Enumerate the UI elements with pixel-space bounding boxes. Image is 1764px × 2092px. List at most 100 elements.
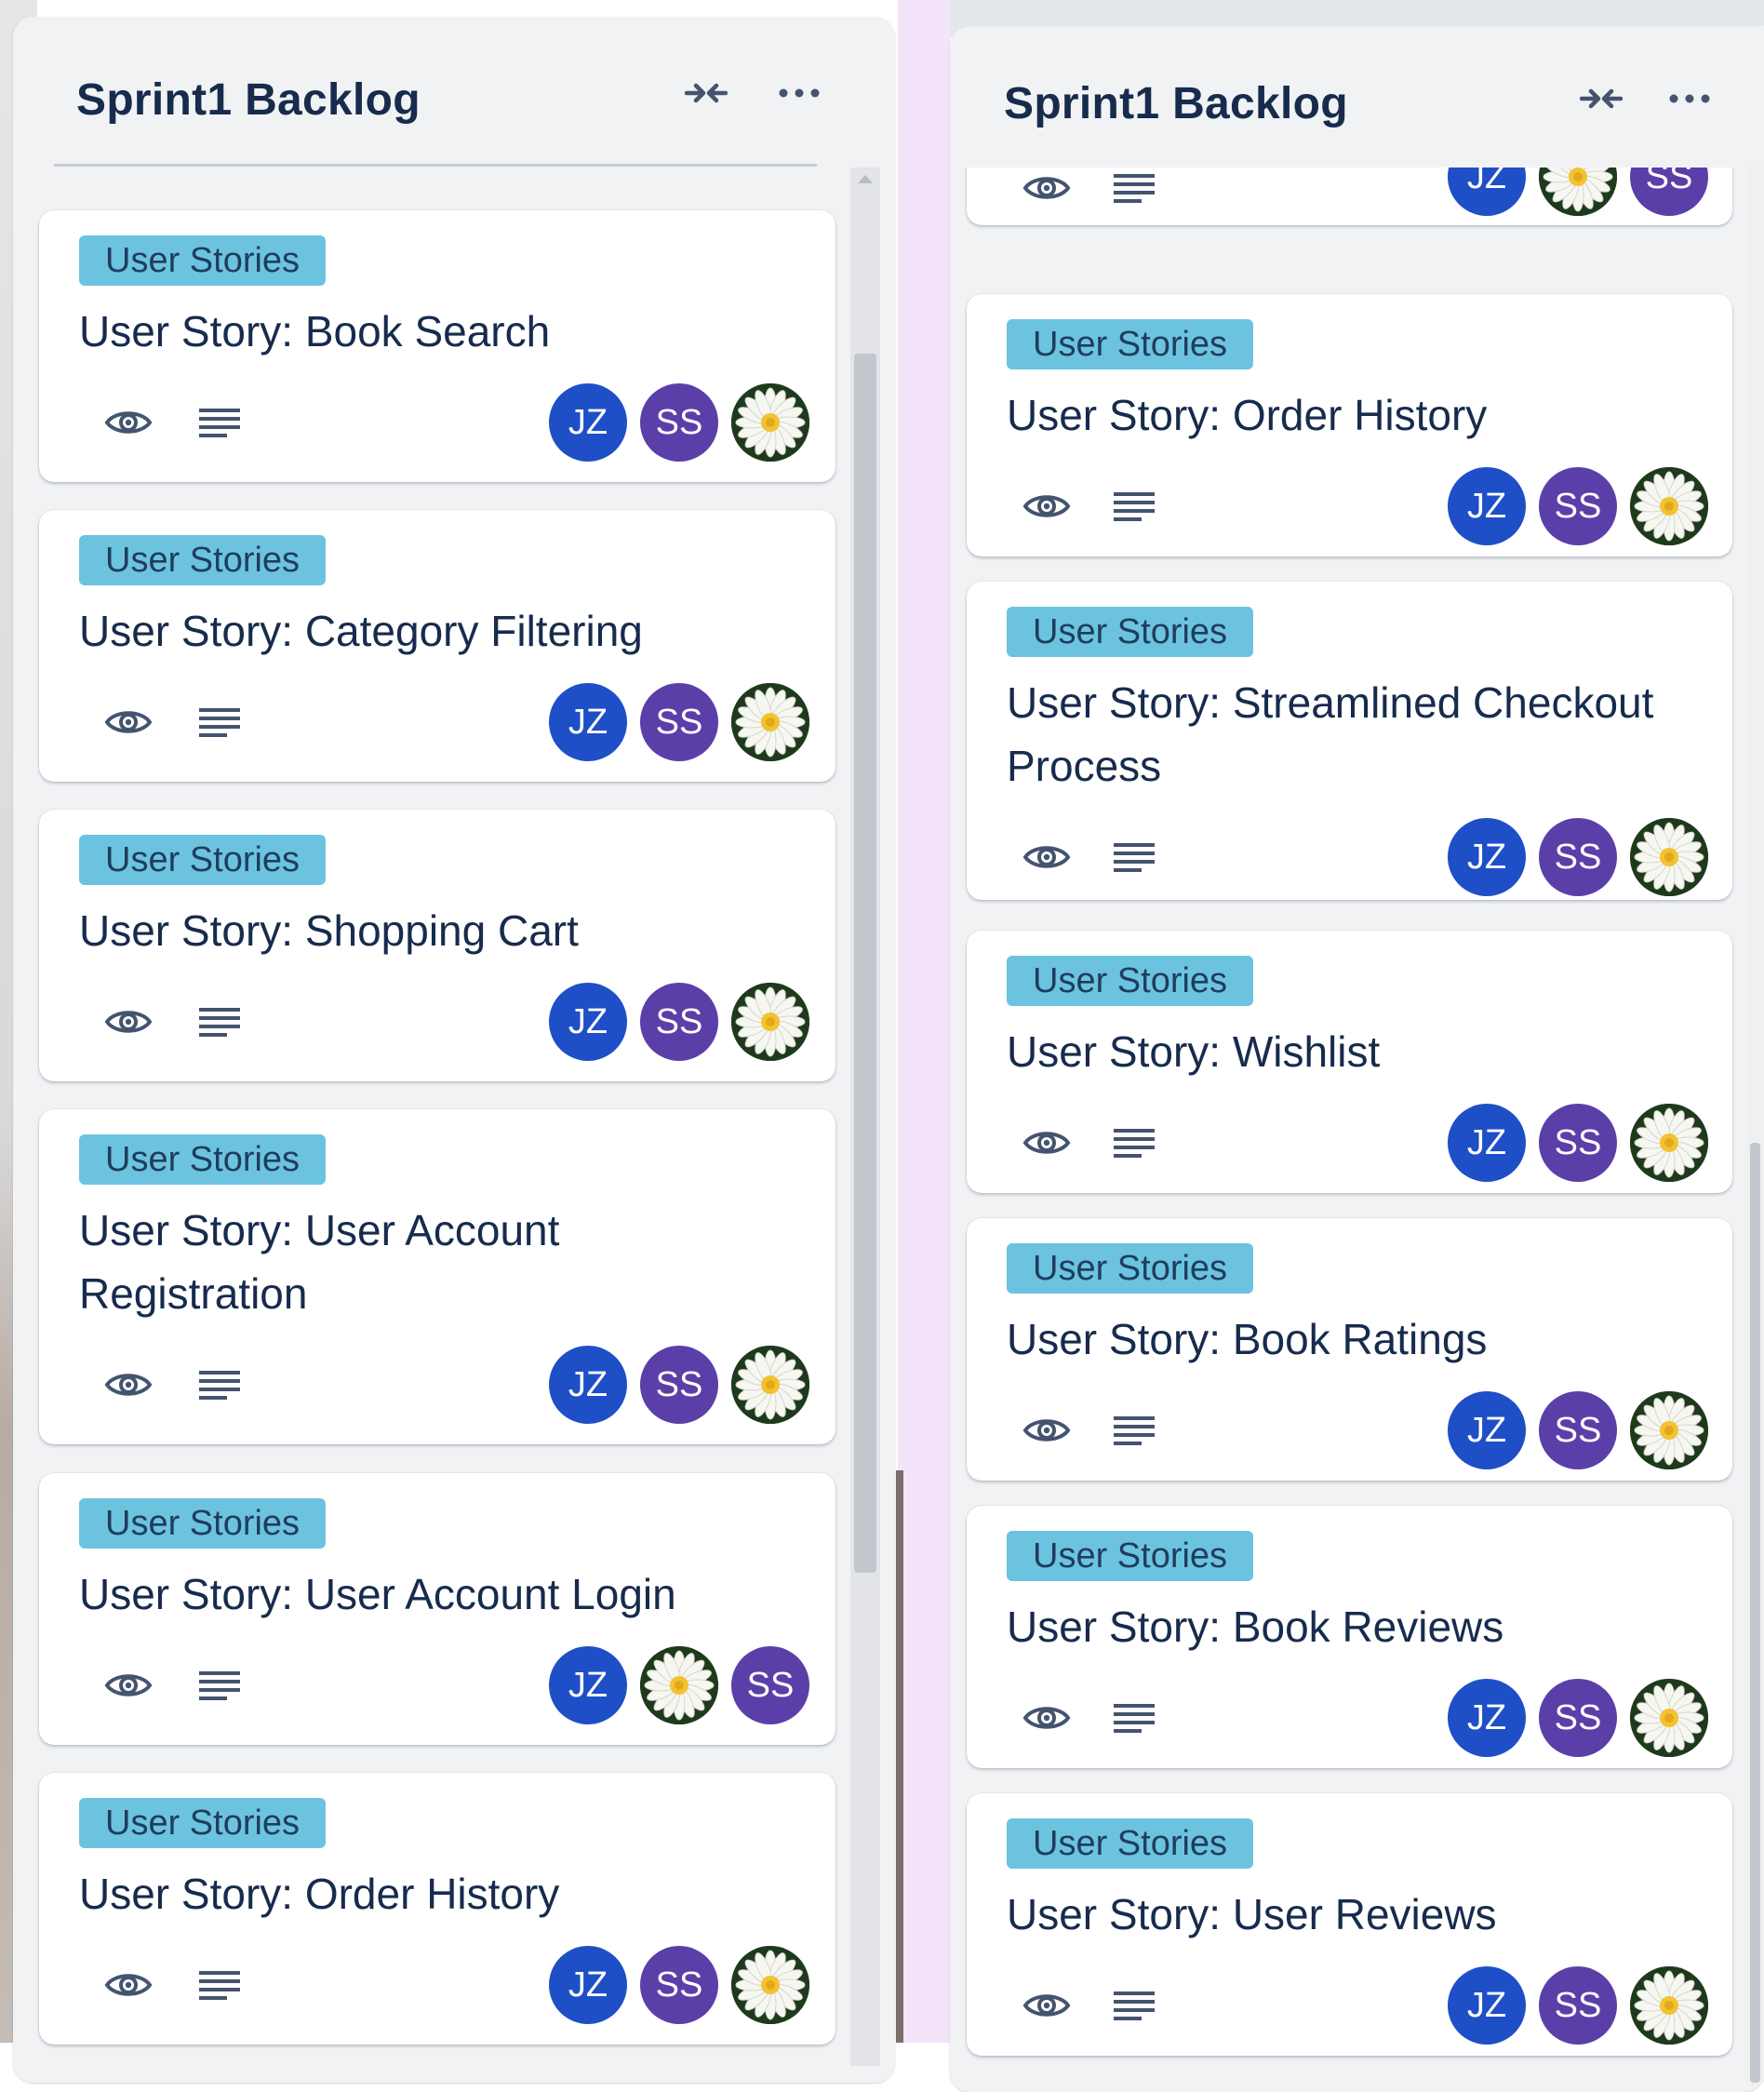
member-avatar-ss[interactable]: SS xyxy=(1539,1391,1617,1469)
list-menu-button[interactable] xyxy=(767,65,832,121)
member-avatar-ss[interactable]: SS xyxy=(1539,1966,1617,2045)
member-avatar-photo[interactable] xyxy=(1630,1679,1708,1757)
scrollbar-thumb[interactable] xyxy=(854,354,876,1573)
list-header: Sprint1 Backlog xyxy=(13,17,895,156)
member-avatar-jz[interactable]: JZ xyxy=(1448,818,1526,896)
member-avatar-jz[interactable]: JZ xyxy=(549,383,627,462)
card-members: JZ SS xyxy=(549,1946,809,2024)
list-sprint1-backlog: Sprint1 Backlog User Stories User Story: … xyxy=(13,17,895,2083)
member-avatar-ss[interactable]: SS xyxy=(640,983,718,1061)
member-avatar-jz[interactable]: JZ xyxy=(549,1646,627,1724)
card-partial[interactable]: JZ SS xyxy=(967,168,1732,225)
collapse-list-button[interactable] xyxy=(1569,71,1634,127)
member-avatar-jz[interactable]: JZ xyxy=(549,983,627,1061)
daisy-avatar-image xyxy=(640,1646,718,1724)
scrollbar[interactable] xyxy=(850,168,880,2066)
eye-icon xyxy=(1022,1994,1071,2017)
collapse-list-button[interactable] xyxy=(674,65,739,121)
member-avatar-jz[interactable]: JZ xyxy=(1448,467,1526,545)
member-avatar-ss[interactable]: SS xyxy=(640,1346,718,1424)
watching-badge xyxy=(1019,478,1075,534)
watching-badge xyxy=(100,1357,156,1413)
member-avatar-photo[interactable] xyxy=(1630,1966,1708,2045)
eye-icon xyxy=(1022,1419,1071,1442)
description-lines-icon xyxy=(199,1671,240,1700)
card[interactable]: User Stories User Story: User Account Log… xyxy=(39,1473,835,1745)
member-avatar-ss[interactable]: SS xyxy=(640,1946,718,2024)
member-avatar-ss[interactable]: SS xyxy=(1539,818,1617,896)
member-avatar-jz[interactable]: JZ xyxy=(1448,1679,1526,1757)
member-avatar-photo[interactable] xyxy=(731,383,809,462)
member-avatar-jz[interactable]: JZ xyxy=(1448,168,1526,216)
description-lines-icon xyxy=(199,409,240,437)
list-menu-button[interactable] xyxy=(1657,71,1722,127)
board-background-gap xyxy=(898,0,950,2043)
watching-badge xyxy=(100,994,156,1050)
member-avatar-ss[interactable]: SS xyxy=(1630,168,1708,216)
description-lines-icon xyxy=(199,1371,240,1400)
card-title: User Story: Order History xyxy=(79,1870,560,1918)
member-avatar-jz[interactable]: JZ xyxy=(549,1946,627,2024)
member-avatar-jz[interactable]: JZ xyxy=(549,683,627,761)
watching-badge xyxy=(1019,1978,1075,2033)
member-avatar-ss[interactable]: SS xyxy=(1539,1104,1617,1182)
member-avatar-ss[interactable]: SS xyxy=(1539,1679,1617,1757)
daisy-avatar-image xyxy=(731,1346,809,1424)
member-avatar-jz[interactable]: JZ xyxy=(1448,1104,1526,1182)
daisy-avatar-image xyxy=(1630,1679,1708,1757)
eye-icon xyxy=(104,1974,153,1996)
member-avatar-photo[interactable] xyxy=(1539,168,1617,216)
card-title: User Story: User Account Login xyxy=(79,1570,676,1618)
card[interactable]: User Stories User Story: User Account Reg… xyxy=(39,1109,835,1444)
member-avatar-jz[interactable]: JZ xyxy=(549,1346,627,1424)
member-avatar-photo[interactable] xyxy=(731,983,809,1061)
card-title: User Story: Order History xyxy=(1007,391,1488,439)
description-badge xyxy=(192,395,247,450)
member-avatar-photo[interactable] xyxy=(1630,818,1708,896)
card[interactable]: User Stories User Story: User Reviews JZ SS xyxy=(967,1793,1732,2056)
member-avatar-photo[interactable] xyxy=(731,1946,809,2024)
card[interactable]: User Stories User Story: Order History JZ S… xyxy=(967,294,1732,557)
card-label: User Stories xyxy=(79,235,327,286)
daisy-avatar-image xyxy=(1630,467,1708,545)
member-avatar-ss[interactable]: SS xyxy=(640,383,718,462)
collapse-arrows-icon xyxy=(685,83,728,103)
member-avatar-jz[interactable]: JZ xyxy=(1448,1391,1526,1469)
list-title[interactable]: Sprint1 Backlog xyxy=(76,74,421,126)
member-avatar-photo[interactable] xyxy=(640,1646,718,1724)
member-avatar-ss[interactable]: SS xyxy=(640,683,718,761)
scrollbar-thumb[interactable] xyxy=(1750,1143,1760,2083)
card[interactable]: User Stories User Story: Book Search JZ SS xyxy=(39,210,835,482)
member-avatar-photo[interactable] xyxy=(1630,1391,1708,1469)
eye-icon xyxy=(104,1674,153,1696)
card[interactable]: User Stories User Story: Category Filteri… xyxy=(39,510,835,782)
list-sprint1-backlog-2: Sprint1 Backlog JZ SS User Stories User Sto… xyxy=(950,26,1764,2092)
watching-badge xyxy=(1019,1115,1075,1171)
member-avatar-photo[interactable] xyxy=(1630,467,1708,545)
card[interactable]: User Stories User Story: Shopping Cart JZ S… xyxy=(39,810,835,1081)
card[interactable]: User Stories User Story: Streamlined Chec… xyxy=(967,582,1732,900)
collapse-arrows-icon xyxy=(1580,88,1623,109)
member-avatar-photo[interactable] xyxy=(731,683,809,761)
card-label: User Stories xyxy=(79,1798,327,1848)
card[interactable]: User Stories User Story: Wishlist JZ SS xyxy=(967,931,1732,1193)
card[interactable]: User Stories User Story: Book Reviews JZ SS xyxy=(967,1506,1732,1768)
daisy-avatar-image xyxy=(1630,1104,1708,1182)
member-avatar-photo[interactable] xyxy=(1630,1104,1708,1182)
description-badge xyxy=(1106,1978,1162,2033)
member-avatar-jz[interactable]: JZ xyxy=(1448,1966,1526,2045)
watching-badge xyxy=(1019,829,1075,885)
description-badge xyxy=(1106,1690,1162,1746)
list-title[interactable]: Sprint1 Backlog xyxy=(1004,78,1348,129)
card-title: User Story: User Reviews xyxy=(1007,1890,1497,1938)
scrollbar[interactable] xyxy=(1746,166,1764,2083)
daisy-avatar-image xyxy=(1539,168,1617,216)
member-avatar-photo[interactable] xyxy=(731,1346,809,1424)
eye-icon xyxy=(1022,495,1071,517)
member-avatar-ss[interactable]: SS xyxy=(1539,467,1617,545)
member-avatar-ss[interactable]: SS xyxy=(731,1646,809,1724)
eye-icon xyxy=(1022,1132,1071,1154)
card[interactable]: User Stories User Story: Book Ratings JZ SS xyxy=(967,1218,1732,1481)
scroll-up-arrow[interactable] xyxy=(858,175,873,183)
card[interactable]: User Stories User Story: Order History JZ S… xyxy=(39,1773,835,2045)
